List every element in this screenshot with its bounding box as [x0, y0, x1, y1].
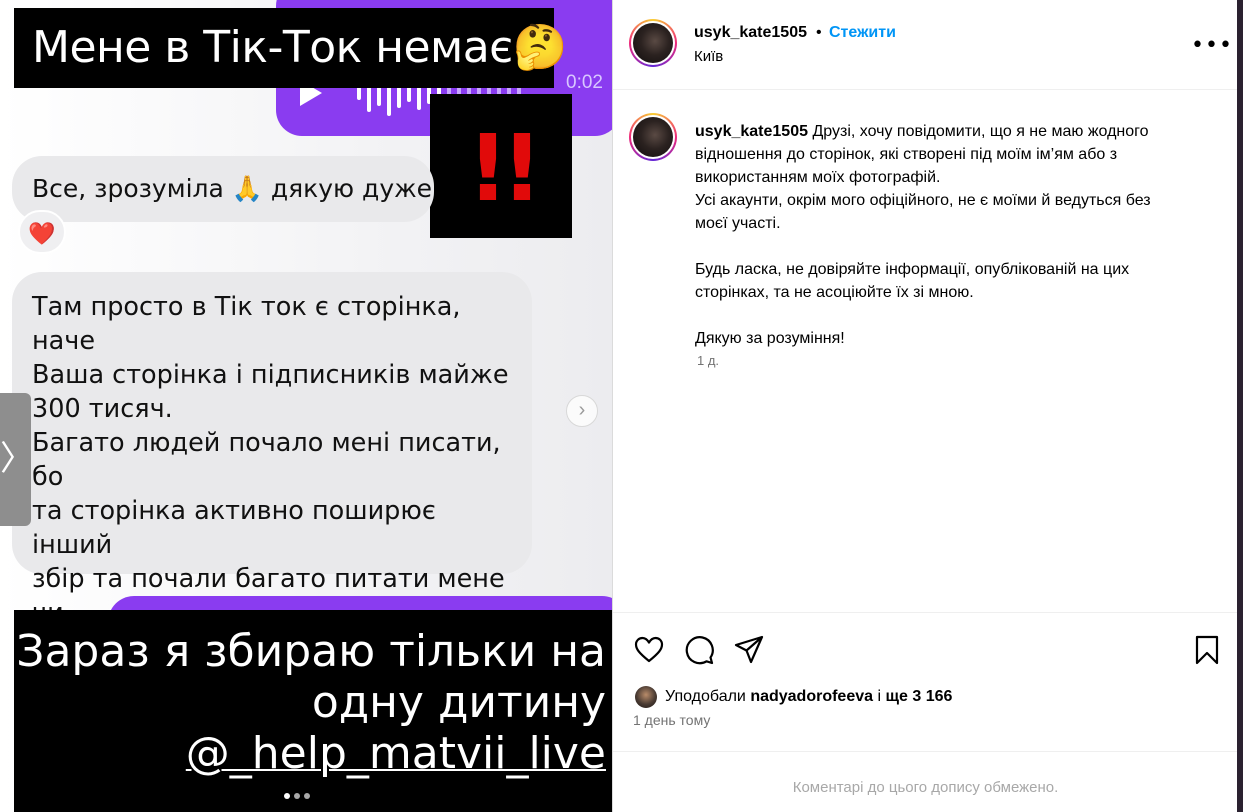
caption-text: usyk_kate1505 Друзі, хочу повідомити, що…	[695, 120, 1215, 350]
post-modal: 0:02 Мене в Тік-Ток немає🤔 !! Все, зрозу…	[0, 0, 1243, 812]
caption-timestamp: 1 д.	[697, 353, 720, 368]
background-edge	[1237, 0, 1243, 812]
caption-area: usyk_kate1505 Друзі, хочу повідомити, що…	[613, 90, 1238, 613]
prev-post-button[interactable]: 〉	[0, 393, 34, 526]
slide-dot	[304, 793, 310, 799]
location-link[interactable]: Київ	[694, 48, 723, 65]
heart-icon[interactable]	[633, 634, 665, 666]
slide-dot	[294, 793, 300, 799]
slide-dot	[284, 793, 290, 799]
post-date[interactable]: 1 день тому	[633, 712, 710, 728]
caption-line: використанням моїх фотографій.	[695, 169, 941, 186]
caption-username[interactable]: usyk_kate1505	[695, 123, 808, 140]
author-username[interactable]: usyk_kate1505	[694, 24, 807, 42]
post-header: usyk_kate1505 • Стежити Київ •••	[613, 0, 1238, 90]
separator-dot: •	[816, 24, 822, 41]
bottom-caption: Зараз я збираю тільки на одну дитину @_h…	[14, 610, 612, 812]
top-caption: Мене в Тік-Ток немає🤔	[14, 8, 568, 88]
message-bubble-1: Все, зрозуміла 🙏 дякую дуже	[12, 156, 434, 222]
caption-line: відношення до сторінок, які створені під…	[695, 146, 1118, 163]
caption-line: Дякую за розуміння!	[695, 330, 845, 347]
caption-line: моєї участі.	[695, 215, 781, 232]
follow-button[interactable]: Стежити	[829, 24, 896, 42]
caption-line: сторінках, та не асоціюйте їх зі мною.	[695, 284, 974, 301]
caption-line: Усі акаунти, окрім мого офіційного, не є…	[695, 192, 1151, 209]
likes-prefix: Уподобали	[665, 688, 746, 705]
action-bar	[613, 614, 1238, 684]
liker-avatar[interactable]	[635, 686, 657, 708]
bottom-caption-line-1: Зараз я збираю тільки на	[16, 626, 606, 677]
caption-avatar[interactable]	[629, 113, 677, 161]
post-details-panel: usyk_kate1505 • Стежити Київ ••• usyk_ka…	[612, 0, 1238, 812]
heart-reaction-icon: ❤️	[18, 210, 66, 254]
bottom-caption-line-2: одну дитину	[311, 677, 606, 728]
message-bubble-2: Там просто в Тік ток є сторінка, наче Ва…	[12, 272, 532, 696]
liker-username[interactable]: nadyadorofeeva	[750, 688, 873, 706]
share-icon[interactable]	[733, 634, 765, 666]
slide-indicator	[284, 793, 310, 799]
bottom-caption-handle: @_help_matvii_live	[185, 728, 606, 779]
bookmark-icon[interactable]	[1191, 634, 1223, 666]
comment-icon[interactable]	[683, 634, 715, 666]
next-slide-button[interactable]: ›	[566, 395, 598, 427]
comments-disabled-notice: Коментарі до цього допису обмежено.	[613, 751, 1238, 812]
caption-line: Друзі, хочу повідомити, що я не маю жодн…	[812, 123, 1149, 140]
post-image: 0:02 Мене в Тік-Ток немає🤔 !! Все, зрозу…	[0, 0, 612, 812]
likes-and: і	[877, 688, 882, 705]
voice-duration: 0:02	[566, 72, 603, 93]
caption-line: Будь ласка, не довіряйте інформації, опу…	[695, 261, 1130, 278]
alert-mark: !!	[430, 94, 572, 238]
likes-count[interactable]: ще 3 166	[886, 688, 953, 706]
likes-summary: Уподобали nadyadorofeeva і ще 3 166	[635, 682, 952, 712]
more-horizontal-icon[interactable]: •••	[1191, 33, 1233, 58]
avatar[interactable]	[629, 19, 677, 67]
